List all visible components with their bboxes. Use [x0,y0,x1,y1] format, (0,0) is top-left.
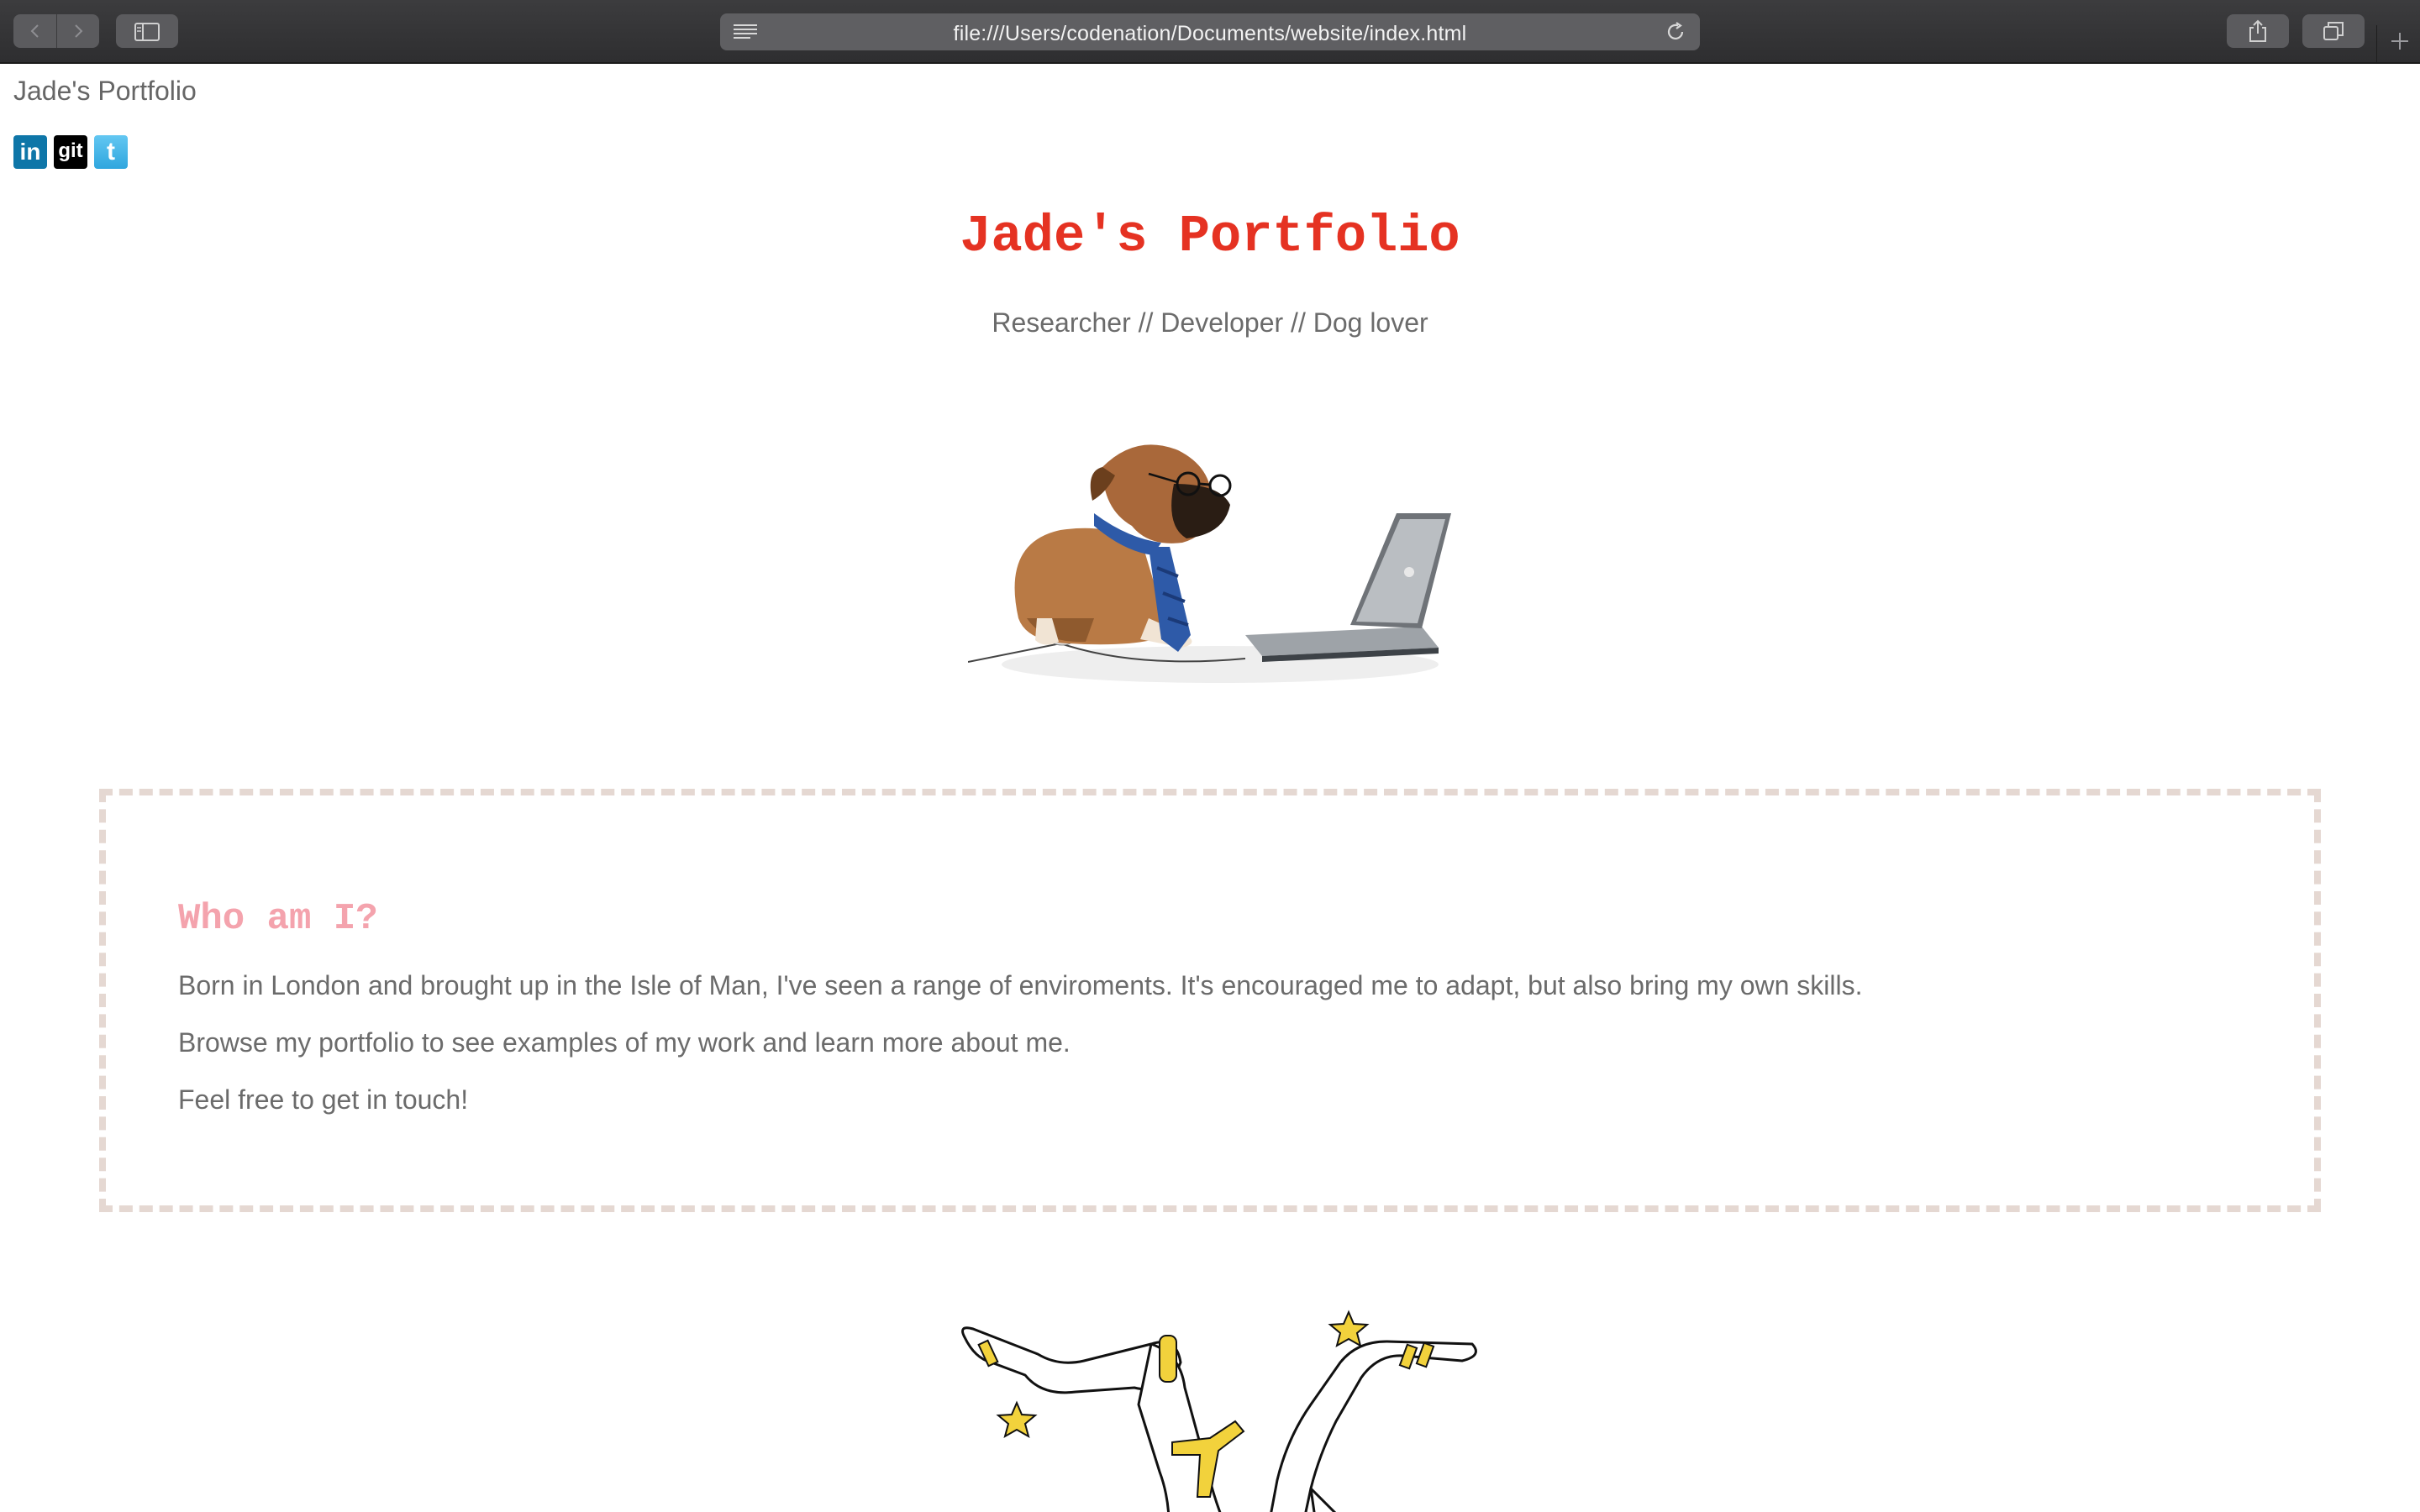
address-url[interactable]: file:///Users/codenation/Documents/websi… [720,22,1700,46]
sidebar-button[interactable] [116,14,178,48]
about-paragraph-3: Feel free to get in touch! [178,1084,469,1115]
plus-icon [2391,33,2408,50]
tabs-overview-button[interactable] [2302,14,2365,48]
about-paragraph-1: Born in London and brought up in the Isl… [178,970,1863,1000]
linkedin-icon[interactable]: in [13,135,47,169]
share-icon [2249,19,2266,42]
sidebar-icon [134,23,160,41]
browser-toolbar: file:///Users/codenation/Documents/websi… [0,0,2420,64]
chevron-left-icon [30,24,39,38]
tabs-overview-icon [2323,22,2344,40]
chevron-right-icon [75,24,83,38]
navigation-buttons [13,14,99,48]
share-button[interactable] [2227,14,2289,48]
back-button[interactable] [13,14,57,48]
reload-icon[interactable] [1665,21,1686,43]
about-section: Who am I? Born in London and brought up … [99,789,2321,1212]
site-nav-title[interactable]: Jade's Portfolio [13,76,197,107]
web-page: Jade's Portfolio in git t Jade's Portfol… [0,64,2420,1512]
about-paragraph-2: Browse my portfolio to see examples of m… [178,1027,1071,1058]
github-icon[interactable]: git [54,135,87,169]
forward-button[interactable] [56,14,99,48]
page-title: Jade's Portfolio [960,207,1460,266]
address-bar[interactable]: file:///Users/codenation/Documents/websi… [720,13,1700,50]
page-subtitle: Researcher // Developer // Dog lover [992,307,1428,338]
about-heading: Who am I? [178,898,378,940]
triskelion-image [961,1310,1477,1512]
twitter-icon[interactable]: t [94,135,128,169]
new-tab-button[interactable] [2376,25,2420,62]
dog-laptop-image [968,366,1476,702]
